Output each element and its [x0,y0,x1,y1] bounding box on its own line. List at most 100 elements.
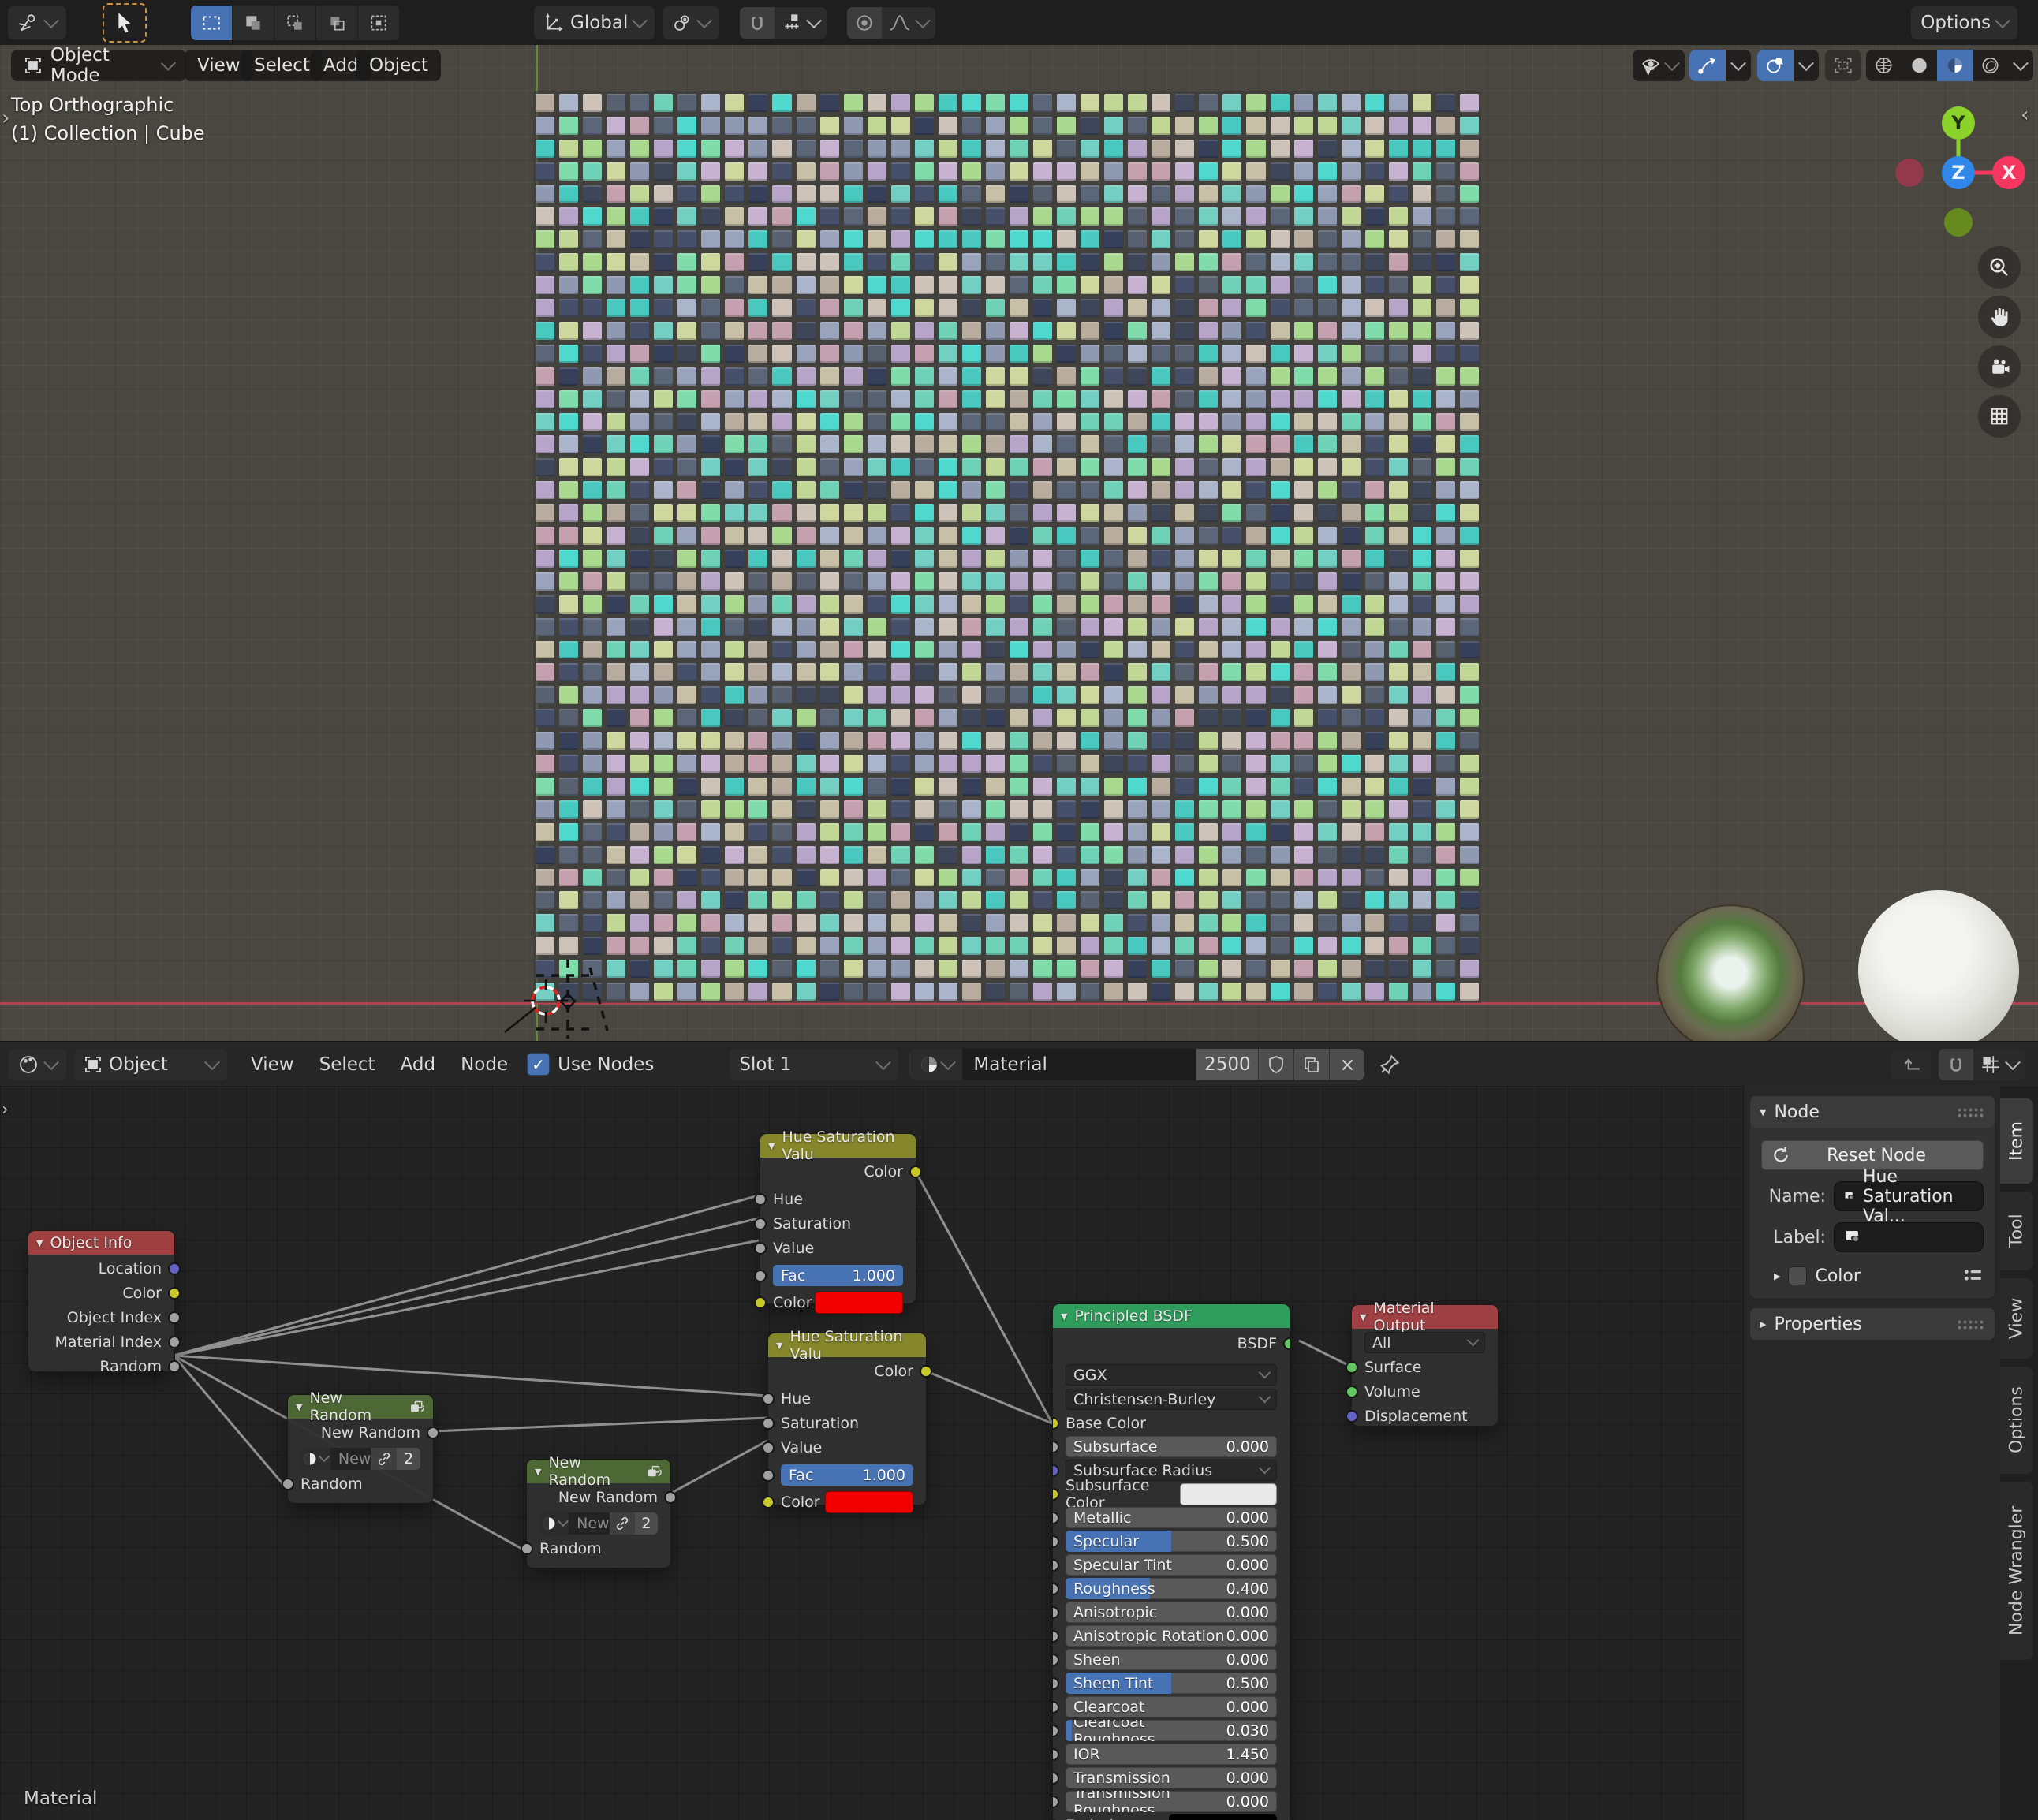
panel-grip[interactable] [1957,1107,1985,1117]
mosaic-tile[interactable] [1081,550,1099,568]
mosaic-tile[interactable] [536,185,554,203]
link-button[interactable] [371,1448,397,1470]
mosaic-tile[interactable] [986,527,1005,545]
mosaic-tile[interactable] [844,618,863,636]
mosaic-tile[interactable] [701,367,720,386]
mosaic-tile[interactable] [1081,937,1099,955]
mosaic-tile[interactable] [1294,367,1313,386]
mosaic-tile[interactable] [891,230,910,248]
mosaic-tile[interactable] [607,641,625,659]
mosaic-tile[interactable] [1271,550,1290,568]
mosaic-tile[interactable] [536,117,554,135]
mosaic-tile[interactable] [1222,618,1241,636]
input-socket[interactable] [754,1296,767,1309]
shading-wireframe-button[interactable] [1866,50,1902,81]
mosaic-tile[interactable] [607,435,625,453]
mosaic-tile[interactable] [654,846,673,864]
node-header[interactable]: ▼ Hue Saturation Valu [760,1134,916,1158]
input-socket[interactable] [754,1270,767,1282]
mosaic-tile[interactable] [1010,527,1028,545]
mosaic-tile[interactable] [630,914,649,932]
mosaic-tile[interactable] [1342,823,1361,841]
mosaic-tile[interactable] [1365,185,1384,203]
mosaic-tile[interactable] [1222,185,1241,203]
mosaic-tile[interactable] [1294,504,1313,522]
mosaic-tile[interactable] [1128,755,1147,773]
mosaic-tile[interactable] [1365,390,1384,408]
mosaic-tile[interactable] [725,299,744,317]
mosaic-tile[interactable] [797,390,816,408]
mosaic-tile[interactable] [772,390,791,408]
mosaic-tile[interactable] [1199,230,1218,248]
mosaic-tile[interactable] [748,322,767,340]
mosaic-tile[interactable] [1436,140,1455,158]
mosaic-tile[interactable] [725,732,744,750]
mosaic-tile[interactable] [820,435,839,453]
mosaic-tile[interactable] [1271,891,1290,909]
mosaic-tile[interactable] [559,230,578,248]
mosaic-tile[interactable] [844,94,863,112]
mosaic-tile[interactable] [844,140,863,158]
mosaic-tile[interactable] [1294,891,1313,909]
mosaic-tile[interactable] [772,641,791,659]
mosaic-tile[interactable] [1318,140,1337,158]
mosaic-tile[interactable] [607,800,625,819]
mosaic-tile[interactable] [1365,94,1384,112]
mosaic-tile[interactable] [915,367,934,386]
mosaic-tile[interactable] [891,140,910,158]
mosaic-tile[interactable] [677,550,696,568]
fac-slider[interactable]: Fac1.000 [781,1464,913,1486]
color-swatch[interactable] [1169,1814,1277,1820]
mosaic-tile[interactable] [915,504,934,522]
mosaic-tile[interactable] [1271,800,1290,819]
mosaic-tile[interactable] [844,458,863,476]
mosaic-tile[interactable] [725,140,744,158]
mosaic-tile[interactable] [748,458,767,476]
mosaic-tile[interactable] [986,413,1005,431]
mosaic-tile[interactable] [844,345,863,363]
mosaic-tile[interactable] [939,983,957,1001]
shading-dropdown[interactable] [2008,50,2033,81]
mosaic-tile[interactable] [748,755,767,773]
mosaic-tile[interactable] [820,413,839,431]
mosaic-tile[interactable] [915,823,934,841]
mosaic-tile[interactable] [654,595,673,614]
mosaic-tile[interactable] [1222,778,1241,796]
mosaic-tile[interactable] [962,937,981,955]
mosaic-tile[interactable] [1175,869,1194,887]
mosaic-tile[interactable] [1365,572,1384,591]
mosaic-tile[interactable] [1033,663,1052,681]
mosaic-tile[interactable] [868,618,886,636]
mosaic-tile[interactable] [630,162,649,181]
mosaic-tile[interactable] [915,253,934,271]
overlays-dropdown[interactable] [1794,50,1819,81]
input-socket[interactable] [1052,1630,1059,1643]
mosaic-tile[interactable] [1389,778,1408,796]
mosaic-tile[interactable] [1271,663,1290,681]
mosaic-tile[interactable] [1436,322,1455,340]
mosaic-tile[interactable] [1152,891,1170,909]
mosaic-tile[interactable] [1010,435,1028,453]
expand-icon[interactable]: ▶ [1774,1271,1780,1281]
mosaic-tile[interactable] [1436,276,1455,294]
mosaic-tile[interactable] [1057,937,1076,955]
mosaic-tile[interactable] [1010,937,1028,955]
mosaic-tile[interactable] [891,527,910,545]
mosaic-tile[interactable] [1413,504,1431,522]
shading-rendered-button[interactable] [1973,50,2008,81]
mosaic-tile[interactable] [797,550,816,568]
mosaic-tile[interactable] [1271,914,1290,932]
select-mode-subtract-button[interactable] [274,6,316,40]
mosaic-tile[interactable] [915,322,934,340]
mosaic-tile[interactable] [1246,800,1265,819]
mosaic-tile[interactable] [701,345,720,363]
mosaic-tile[interactable] [1010,869,1028,887]
mosaic-tile[interactable] [1436,572,1455,591]
mosaic-tile[interactable] [1199,481,1218,499]
mosaic-tile[interactable] [797,185,816,203]
mosaic-tile[interactable] [677,983,696,1001]
mosaic-tile[interactable] [748,686,767,704]
mosaic-tile[interactable] [1436,663,1455,681]
mosaic-tile[interactable] [797,800,816,819]
mosaic-tile[interactable] [986,983,1005,1001]
